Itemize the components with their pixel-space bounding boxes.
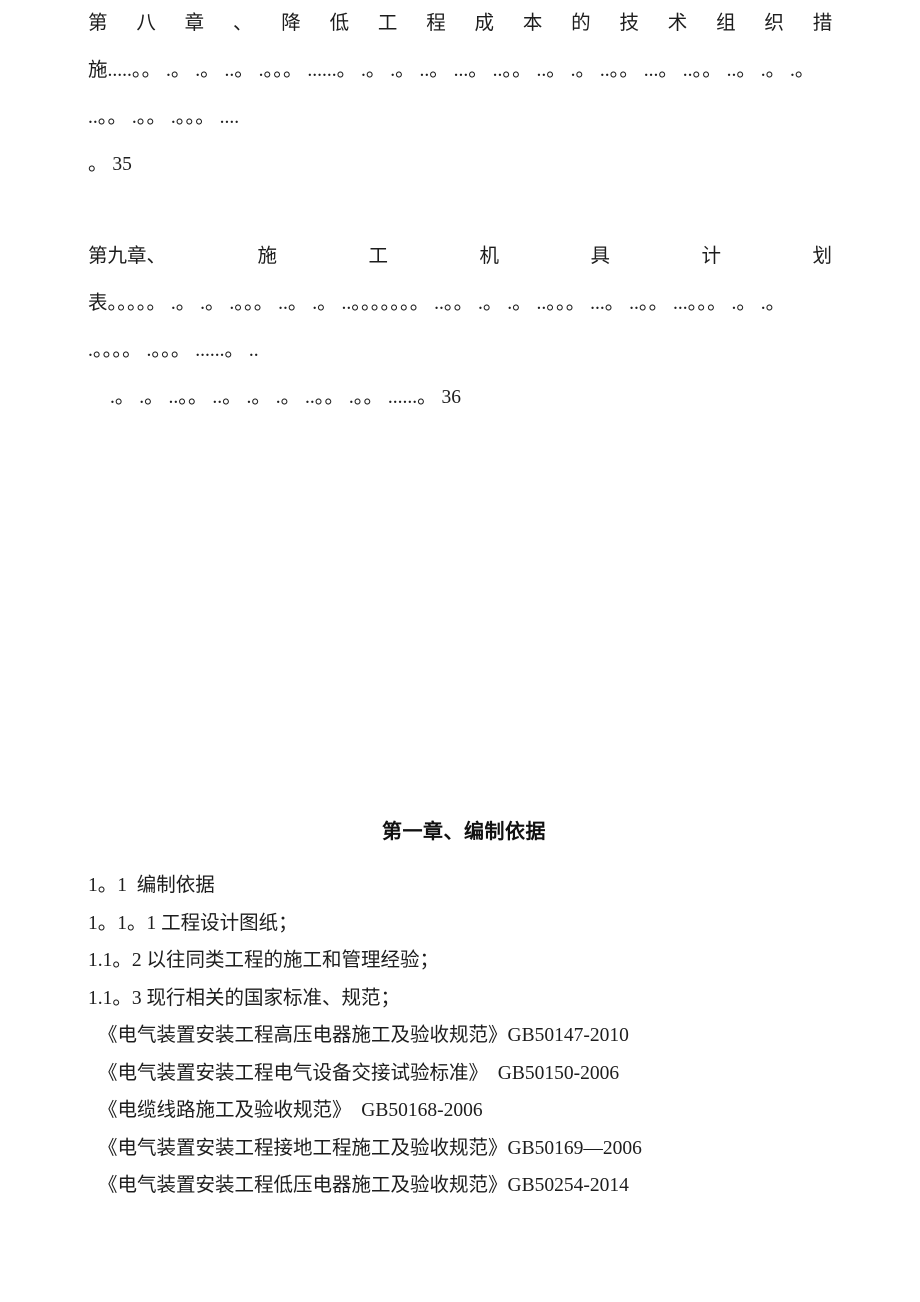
toc-char: 章	[184, 13, 205, 34]
toc-char: 的	[571, 13, 591, 34]
toc-char: 措	[812, 13, 833, 34]
table-of-contents-tail: 第 八 章 、 降 低 工 程 成 本 的 技 术 组 织 措 施.....。。…	[88, 0, 832, 421]
chapter-heading: 第一章、编制依据	[382, 821, 546, 843]
toc-entry-chapter-8-leader: 施.....。。 .。 .。 ..。 .。。。 ......。 .。 .。 ..…	[88, 60, 820, 128]
body-item-1-1-3: 1.1。3 现行相关的国家标准、规范；	[88, 987, 401, 1009]
chapter-body: 1。1 编制依据 1。1。1 工程设计图纸； 1.1。2 以往同类工程的施工和管…	[88, 867, 832, 1205]
toc-char: 第	[88, 13, 108, 34]
standard-gb50147: 《电气装置安装工程高压电器施工及验收规范》GB50147-2010	[98, 1025, 629, 1046]
toc-entry-chapter-9-title: 第九章、 施 工 机 具 计 划	[88, 233, 832, 280]
toc-char: 计	[701, 246, 722, 267]
toc-char: 划	[812, 246, 833, 267]
standard-gb50168: 《电缆线路施工及验收规范》 GB50168-2006	[98, 1100, 483, 1121]
toc-entry-chapter-9-leader: 表。。。。。 .。 .。 .。。。 ..。 .。 ..。。。。。。。 ..。。 …	[88, 293, 791, 361]
toc-char: 施	[257, 246, 278, 267]
toc-entry-chapter-8-title: 第 八 章 、 降 低 工 程 成 本 的 技 术 组 织 措	[88, 0, 832, 47]
toc-char: 机	[479, 246, 500, 267]
toc-char: 组	[716, 13, 736, 34]
toc-char: 术	[667, 13, 688, 34]
toc-char: 本	[522, 13, 543, 34]
toc-char: 具	[590, 246, 611, 267]
body-item-1-1-2: 1.1。2 以往同类工程的施工和管理经验；	[88, 950, 440, 971]
toc-entry-chapter-8-page: 。 35	[88, 154, 132, 175]
toc-char: 技	[619, 13, 639, 34]
standard-gb50150: 《电气装置安装工程电气设备交接试验标准》 GB50150-2006	[98, 1062, 620, 1084]
toc-entry-chapter-8[interactable]: 第 八 章 、 降 低 工 程 成 本 的 技 术 组 织 措 施.....。。…	[88, 0, 832, 188]
toc-char: 成	[474, 13, 495, 34]
toc-char: 织	[764, 13, 784, 34]
page-content-column: 第 八 章 、 降 低 工 程 成 本 的 技 术 组 织 措 施.....。。…	[88, 0, 832, 1205]
toc-char: 八	[136, 13, 156, 34]
document-page: 第 八 章 、 降 低 工 程 成 本 的 技 术 组 织 措 施.....。。…	[0, 0, 920, 1302]
standard-gb50254: 《电气装置安装工程低压电器施工及验收规范》GB50254-2014	[98, 1175, 629, 1196]
toc-char: 、	[232, 13, 253, 34]
toc-char: 降	[281, 13, 301, 34]
toc-entry-chapter-9[interactable]: 第九章、 施 工 机 具 计 划 表。。。。。 .。 .。 .。。。 ..。 .…	[88, 233, 832, 421]
standard-gb50169: 《电气装置安装工程接地工程施工及验收规范》GB50169—2006	[98, 1137, 642, 1159]
toc-chapter-prefix: 第九章、	[88, 246, 167, 267]
toc-char: 工	[368, 246, 389, 267]
toc-entry-spacer	[88, 188, 832, 233]
toc-char: 程	[426, 13, 446, 34]
toc-entry-chapter-9-page: .。 .。 ..。。 ..。 .。 .。 ..。。 .。。 ......。 36	[110, 387, 462, 408]
body-item-1-1: 1。1 编制依据	[88, 875, 215, 896]
toc-char: 低	[329, 13, 350, 34]
toc-char: 工	[377, 13, 398, 34]
body-item-1-1-1: 1。1。1 工程设计图纸；	[88, 912, 298, 934]
